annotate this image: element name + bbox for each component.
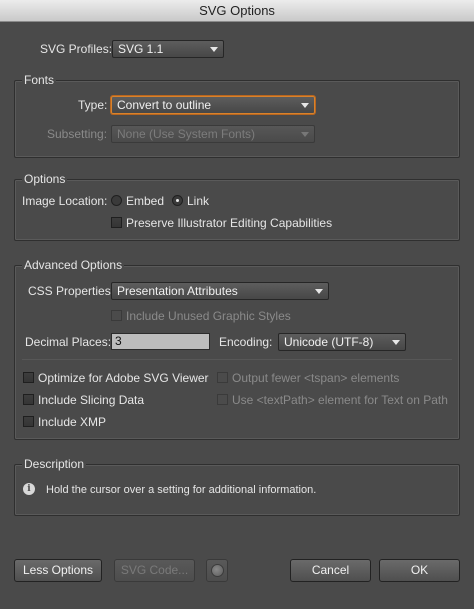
svg-profiles-select[interactable]: SVG 1.1: [112, 40, 224, 58]
optimize-svg-viewer-checkbox[interactable]: [23, 372, 34, 383]
subsetting-label: Subsetting:: [47, 127, 108, 141]
options-group: [14, 179, 460, 241]
output-fewer-tspan-label: Output fewer <tspan> elements: [232, 371, 400, 385]
fonts-group: [14, 80, 460, 158]
description-section-title: Description: [22, 456, 87, 472]
description-text: Hold the cursor over a setting for addit…: [46, 484, 317, 496]
subsetting-select[interactable]: None (Use System Fonts): [111, 125, 315, 143]
encoding-value: Unicode (UTF-8): [284, 335, 374, 349]
link-label: Link: [187, 194, 210, 208]
encoding-select[interactable]: Unicode (UTF-8): [278, 333, 406, 351]
cancel-button[interactable]: Cancel: [290, 559, 371, 582]
font-type-select[interactable]: Convert to outline: [111, 96, 315, 114]
chevron-down-icon: [301, 103, 309, 108]
css-properties-select[interactable]: Presentation Attributes: [111, 282, 329, 300]
options-section-title: Options: [22, 171, 68, 187]
include-xmp-checkbox[interactable]: [23, 416, 34, 427]
chevron-down-icon: [392, 340, 400, 345]
fonts-section-title: Fonts: [22, 72, 57, 88]
preserve-editing-label: Preserve Illustrator Editing Capabilitie…: [126, 216, 333, 230]
include-slicing-checkbox[interactable]: [23, 394, 34, 405]
embed-label: Embed: [126, 194, 165, 208]
decimal-places-input[interactable]: 3: [111, 333, 210, 350]
preserve-editing-checkbox[interactable]: [111, 217, 122, 228]
subsetting-value: None (Use System Fonts): [117, 127, 256, 141]
chevron-down-icon: [301, 132, 309, 137]
chevron-down-icon: [315, 289, 323, 294]
svg-profiles-label: SVG Profiles:: [40, 42, 113, 56]
font-type-value: Convert to outline: [117, 98, 212, 112]
include-xmp-label: Include XMP: [38, 415, 107, 429]
window-title: SVG Options: [0, 0, 474, 22]
advanced-divider: [22, 359, 452, 360]
include-unused-styles-label: Include Unused Graphic Styles: [126, 309, 291, 323]
link-radio[interactable]: [172, 195, 183, 206]
embed-radio[interactable]: [111, 195, 122, 206]
css-properties-value: Presentation Attributes: [117, 284, 238, 298]
font-type-label: Type:: [78, 98, 108, 112]
svg-code-button[interactable]: SVG Code...: [114, 559, 195, 582]
output-fewer-tspan-checkbox[interactable]: [217, 372, 228, 383]
textpath-label: Use <textPath> element for Text on Path: [232, 393, 448, 407]
include-slicing-label: Include Slicing Data: [38, 393, 145, 407]
less-options-button[interactable]: Less Options: [14, 559, 102, 582]
decimal-places-label: Decimal Places:: [25, 335, 112, 349]
textpath-checkbox[interactable]: [217, 394, 228, 405]
encoding-label: Encoding:: [219, 335, 273, 349]
web-preview-button[interactable]: [206, 559, 228, 582]
chevron-down-icon: [210, 47, 218, 52]
globe-icon: [211, 564, 224, 577]
info-icon: i: [23, 483, 35, 495]
include-unused-styles-checkbox[interactable]: [111, 310, 122, 321]
svg-profiles-value: SVG 1.1: [118, 42, 164, 56]
advanced-options-section-title: Advanced Options: [22, 257, 125, 273]
ok-button[interactable]: OK: [379, 559, 460, 582]
image-location-label: Image Location:: [22, 194, 108, 208]
optimize-svg-viewer-label: Optimize for Adobe SVG Viewer: [38, 371, 209, 385]
css-properties-label: CSS Properties:: [28, 284, 115, 298]
